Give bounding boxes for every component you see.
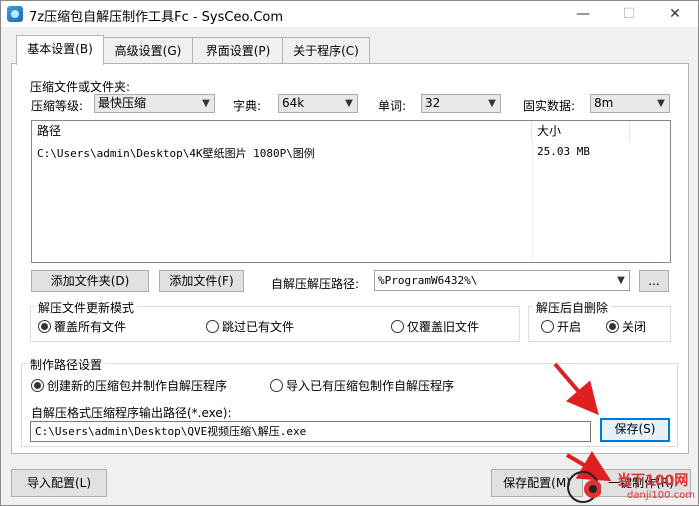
chevron-down-icon: ▼ xyxy=(617,275,625,286)
watermark-logo-icon xyxy=(567,471,601,503)
import-config-button[interactable]: 导入配置(L) xyxy=(11,469,107,497)
update-mode-legend: 解压文件更新模式 xyxy=(35,299,138,316)
level-select[interactable]: 最快压缩 ▼ xyxy=(94,94,215,113)
browse-button[interactable]: ... xyxy=(639,270,669,292)
chevron-down-icon: ▼ xyxy=(202,98,210,109)
annotation-arrow-icon xyxy=(553,362,599,416)
radio-dot xyxy=(541,320,554,333)
extract-path-label: 自解压解压路径: xyxy=(271,277,360,291)
file-list[interactable]: 路径 大小 C:\Users\admin\Desktop\4K壁纸图片 1080… xyxy=(31,120,671,263)
add-file-button[interactable]: 添加文件(F) xyxy=(159,270,244,292)
word-value: 32 xyxy=(425,96,441,110)
radio-dot xyxy=(31,379,44,392)
radio-auto-delete-on[interactable]: 开启 xyxy=(541,318,581,335)
window-title: 7z压缩包自解压制作工具Fc - SysCeo.Com xyxy=(29,10,284,25)
table-row[interactable]: C:\Users\admin\Desktop\4K壁纸图片 1080P\图例 2… xyxy=(32,141,670,161)
radio-label: 仅覆盖旧文件 xyxy=(407,320,480,334)
title-bar: 7z压缩包自解压制作工具Fc - SysCeo.Com — ☐ ✕ xyxy=(1,1,698,27)
radio-create-new-archive[interactable]: 创建新的压缩包并制作自解压程序 xyxy=(31,377,227,394)
column-divider xyxy=(532,141,533,261)
radio-dot xyxy=(206,320,219,333)
dict-select[interactable]: 64k ▼ xyxy=(278,94,358,113)
radio-label: 导入已有压缩包制作自解压程序 xyxy=(286,379,455,393)
tab-about[interactable]: 关于程序(C) xyxy=(282,37,370,64)
app-icon xyxy=(7,6,23,22)
column-header-size[interactable]: 大小 xyxy=(532,121,630,141)
close-button[interactable]: ✕ xyxy=(652,1,698,27)
radio-dot xyxy=(270,379,283,392)
chevron-down-icon: ▼ xyxy=(657,98,665,109)
output-path-label: 自解压格式压缩程序输出路径(*.exe): xyxy=(31,406,232,420)
row-size: 25.03 MB xyxy=(537,145,590,158)
radio-dot xyxy=(606,320,619,333)
output-path-input[interactable]: C:\Users\admin\Desktop\QVE视频压缩\解压.exe xyxy=(30,421,591,442)
minimize-button[interactable]: — xyxy=(560,1,606,27)
solid-value: 8m xyxy=(594,96,614,110)
chevron-down-icon: ▼ xyxy=(345,98,353,109)
radio-skip-existing[interactable]: 跳过已有文件 xyxy=(206,318,294,335)
watermark-url: danji100.com xyxy=(627,490,695,501)
add-folder-button[interactable]: 添加文件夹(D) xyxy=(31,270,149,292)
solid-select[interactable]: 8m ▼ xyxy=(590,94,670,113)
tab-advanced-settings[interactable]: 高级设置(G) xyxy=(102,37,194,64)
word-label: 单词: xyxy=(378,99,407,113)
radio-overwrite-all[interactable]: 覆盖所有文件 xyxy=(38,318,126,335)
maximize-button[interactable]: ☐ xyxy=(606,1,652,27)
app-window: 7z压缩包自解压制作工具Fc - SysCeo.Com — ☐ ✕ 基本设置(B… xyxy=(0,0,699,506)
level-value: 最快压缩 xyxy=(98,96,147,110)
compress-section-label: 压缩文件或文件夹: xyxy=(30,80,131,94)
chevron-down-icon: ▼ xyxy=(488,98,496,109)
radio-overwrite-older[interactable]: 仅覆盖旧文件 xyxy=(391,318,479,335)
build-path-legend: 制作路径设置 xyxy=(27,356,106,373)
dict-label: 字典: xyxy=(233,99,262,113)
radio-label: 开启 xyxy=(557,320,582,334)
solid-label: 固实数据: xyxy=(523,99,576,113)
level-label: 压缩等级: xyxy=(31,99,84,113)
radio-dot xyxy=(38,320,51,333)
radio-label: 关闭 xyxy=(622,320,647,334)
radio-import-existing-archive[interactable]: 导入已有压缩包制作自解压程序 xyxy=(270,377,454,394)
radio-label: 跳过已有文件 xyxy=(222,320,295,334)
radio-label: 覆盖所有文件 xyxy=(54,320,127,334)
row-path: C:\Users\admin\Desktop\4K壁纸图片 1080P\图例 xyxy=(37,147,315,160)
extract-path-value: %ProgramW6432%\ xyxy=(378,274,478,287)
column-header-path[interactable]: 路径 xyxy=(32,121,532,141)
tab-interface-settings[interactable]: 界面设置(P) xyxy=(192,37,284,64)
column-header-empty xyxy=(630,121,670,141)
radio-label: 创建新的压缩包并制作自解压程序 xyxy=(47,379,228,393)
tab-basic-settings[interactable]: 基本设置(B) xyxy=(16,35,104,65)
radio-dot xyxy=(391,320,404,333)
radio-auto-delete-off[interactable]: 关闭 xyxy=(606,318,646,335)
word-select[interactable]: 32 ▼ xyxy=(421,94,501,113)
watermark: 当下100网 danji100.com xyxy=(565,468,698,505)
auto-delete-legend: 解压后自删除 xyxy=(533,299,612,316)
dict-value: 64k xyxy=(282,96,305,110)
extract-path-select[interactable]: %ProgramW6432%\ ▼ xyxy=(374,270,630,291)
watermark-text: 当下100网 xyxy=(617,473,689,489)
